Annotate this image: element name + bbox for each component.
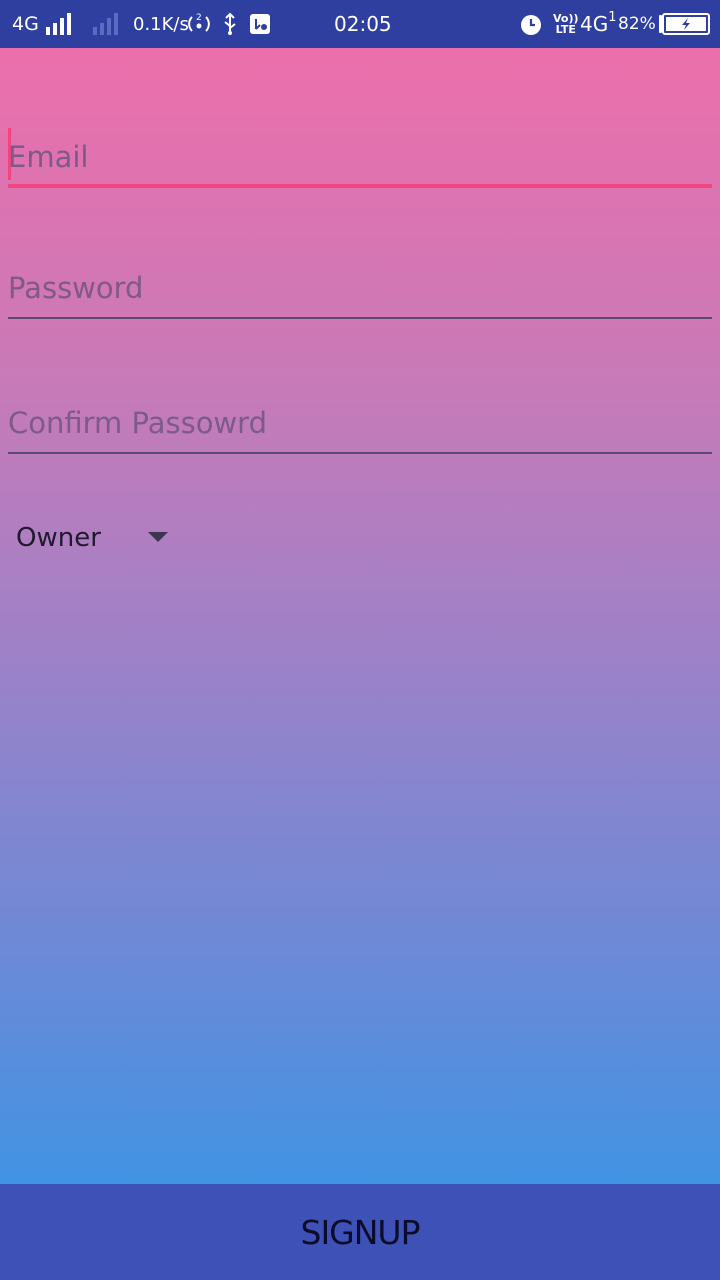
network-type-2-text: 4G [580,12,609,36]
signup-button[interactable]: SIGNUP [0,1184,720,1280]
email-input[interactable] [8,118,712,188]
volte-icon: Vo)) LTE [553,0,579,48]
signup-button-label: SIGNUP [300,1212,421,1252]
sim-index: 1 [608,10,617,25]
volte-bottom-label: LTE [555,23,576,36]
alarm-icon [519,0,543,48]
usb-icon [222,0,238,48]
battery-percent: 82% [618,14,656,34]
network-type-2-label: 4G 1 [580,0,617,48]
battery-charging-icon [658,0,710,48]
confirm-password-input[interactable] [8,384,712,454]
signal-dim-icon [93,0,118,48]
net-speed: 0.1K/s [133,13,189,35]
email-field[interactable]: Email [8,118,712,188]
role-dropdown-value: Owner [16,523,101,553]
password-input[interactable] [8,249,712,319]
password-underline [8,317,712,319]
confirm-password-field[interactable]: Confirm Passowrd [8,384,712,454]
hotspot-count: 2 [196,13,202,23]
status-bar: 4G 0.1K/s 2 02:05 Vo)) LTE 4G 1 82% [0,0,720,48]
email-underline [8,184,712,188]
signal-icon [46,0,71,48]
network-type-label: 4G [12,13,39,35]
role-dropdown[interactable]: Owner [16,510,186,566]
usb-debug-icon [249,0,271,48]
hotspot-icon: 2 [186,0,212,48]
dropdown-arrow-icon [148,532,168,542]
signup-form-area: Email Password Confirm Passowrd Owner [0,48,720,1184]
clock-time: 02:05 [334,12,392,36]
password-field[interactable]: Password [8,249,712,319]
confirm-password-underline [8,452,712,454]
